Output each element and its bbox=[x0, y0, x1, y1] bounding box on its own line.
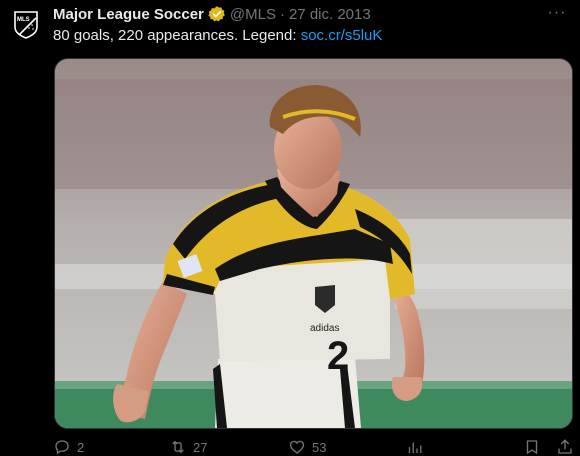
author-name[interactable]: Major League Soccer bbox=[53, 6, 204, 23]
svg-text:MLS: MLS bbox=[17, 17, 30, 23]
avatar[interactable]: MLS bbox=[8, 6, 44, 42]
tweet-actions: 2 27 53 bbox=[53, 438, 580, 456]
views-chart-icon bbox=[408, 442, 422, 453]
tweet-text-body: 80 goals, 220 appearances. Legend: bbox=[53, 27, 301, 44]
tweet-header: Major League Soccer @MLS · 27 dic. 2013 bbox=[53, 4, 568, 24]
retweet-button[interactable]: 27 bbox=[169, 438, 207, 456]
tweet-link[interactable]: soc.cr/s5luK bbox=[301, 27, 383, 44]
reply-count: 2 bbox=[77, 439, 85, 455]
mls-logo-icon: MLS bbox=[14, 11, 38, 39]
tweet-date[interactable]: 27 dic. 2013 bbox=[289, 6, 371, 23]
tweet-photo[interactable]: adidas 2 bbox=[54, 58, 573, 429]
views-button[interactable] bbox=[405, 438, 423, 456]
author-handle[interactable]: @MLS bbox=[230, 6, 276, 23]
heart-icon bbox=[289, 440, 305, 454]
tweet-text: 80 goals, 220 appearances. Legend: soc.c… bbox=[53, 26, 382, 46]
soccer-player-photo: adidas 2 bbox=[55, 59, 572, 428]
reply-icon bbox=[55, 440, 69, 455]
retweet-icon bbox=[172, 440, 184, 454]
share-button[interactable] bbox=[556, 438, 574, 456]
bookmark-button[interactable] bbox=[523, 438, 541, 456]
verified-badge-icon bbox=[208, 5, 226, 23]
like-button[interactable]: 53 bbox=[288, 438, 326, 456]
retweet-count: 27 bbox=[193, 439, 208, 455]
share-icon bbox=[558, 439, 572, 454]
separator-dot: · bbox=[279, 5, 285, 23]
jersey-badge-text: adidas bbox=[310, 323, 339, 334]
jersey-number: 2 bbox=[327, 334, 349, 378]
bookmark-icon bbox=[526, 440, 538, 455]
like-count: 53 bbox=[312, 439, 327, 455]
more-options-icon[interactable]: ··· bbox=[546, 5, 568, 24]
reply-button[interactable]: 2 bbox=[53, 438, 84, 456]
